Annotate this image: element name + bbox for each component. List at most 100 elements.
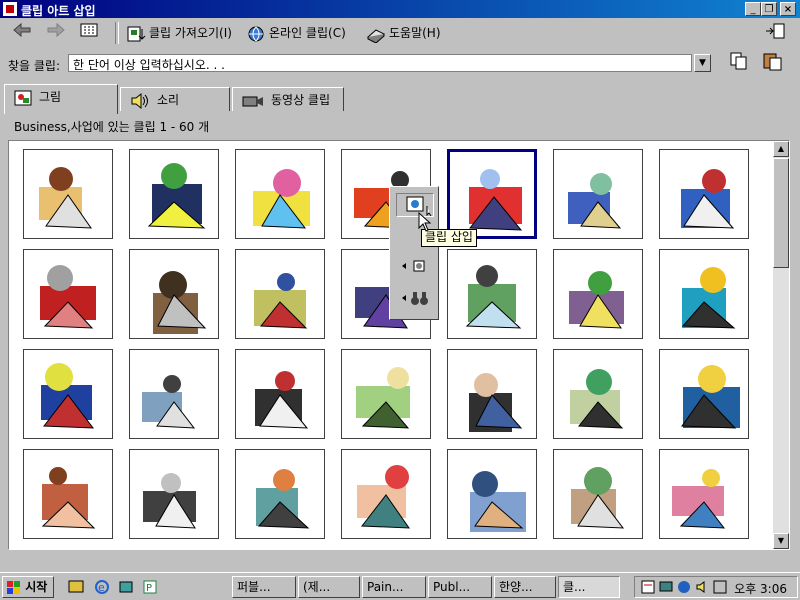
globe-icon (248, 26, 264, 41)
view-button[interactable] (80, 22, 98, 44)
clip-thumbnail[interactable] (235, 449, 325, 539)
clip-art-image (41, 363, 95, 429)
clip-thumbnail[interactable] (447, 249, 537, 339)
task-button-4[interactable]: Publ... (428, 576, 492, 598)
clip-art-image (253, 169, 310, 229)
clip-thumbnail[interactable] (553, 249, 643, 339)
clip-thumbnail[interactable] (23, 449, 113, 539)
tray-volume-icon[interactable] (695, 580, 709, 594)
clip-art-image (681, 169, 735, 229)
help-label: 도움말(H) (389, 26, 441, 40)
system-tray: 오후 3:06 (634, 576, 798, 598)
clip-thumbnail[interactable] (553, 149, 643, 239)
minimize-button[interactable]: _ (745, 2, 761, 16)
back-arrow-icon (13, 22, 31, 38)
quicklaunch-ie-icon[interactable]: e (94, 579, 110, 595)
clip-thumbnail[interactable] (659, 349, 749, 439)
tray-ime-icon[interactable] (713, 580, 727, 594)
quicklaunch-app-icon[interactable]: P (142, 579, 158, 595)
clip-art-image (254, 273, 308, 329)
help-button[interactable]: 도움말(H) (366, 22, 441, 44)
task-3-label: Pain... (367, 580, 404, 594)
clip-thumbnail[interactable] (235, 249, 325, 339)
copy-button[interactable] (728, 51, 750, 73)
clip-art-image (470, 471, 526, 532)
clip-thumbnail[interactable] (235, 149, 325, 239)
clip-thumbnail[interactable] (129, 149, 219, 239)
clipart-app-icon (3, 2, 17, 16)
clip-thumbnail[interactable] (659, 449, 749, 539)
task-2-label: (제... (303, 580, 331, 594)
search-row: 찾을 클립: 한 단어 이상 입력하십시오. . . ▼ (0, 48, 800, 80)
restore-button[interactable]: ❐ (761, 2, 777, 16)
back-button[interactable] (12, 22, 32, 44)
task-button-5[interactable]: 한양... (494, 576, 556, 598)
clip-thumbnail[interactable] (23, 349, 113, 439)
find-similar-button[interactable] (396, 287, 432, 309)
tray-monitor-icon[interactable] (659, 580, 673, 594)
quicklaunch-channels-icon[interactable] (118, 579, 134, 595)
clip-art-image (256, 469, 310, 529)
paste-button[interactable] (762, 51, 784, 73)
clip-thumbnail[interactable] (447, 449, 537, 539)
quicklaunch-desktop-icon[interactable] (68, 579, 84, 595)
task-button-3[interactable]: Pain... (362, 576, 426, 598)
task-1-label: 퍼블... (237, 580, 271, 594)
clip-thumbnail[interactable] (659, 149, 749, 239)
clip-thumbnail[interactable] (447, 349, 537, 439)
clip-art-image (142, 375, 196, 429)
online-clips-button[interactable]: 온라인 클립(C) (246, 22, 346, 44)
clip-thumbnail[interactable] (129, 349, 219, 439)
clip-art-image (357, 465, 410, 529)
online-clips-label: 온라인 클립(C) (269, 26, 346, 40)
scroll-down-button[interactable]: ▼ (773, 533, 789, 549)
toolbar-separator (115, 22, 119, 44)
tab-sounds[interactable]: 소리 (120, 87, 230, 111)
clip-thumbnail[interactable] (23, 249, 113, 339)
clip-thumbnail[interactable] (553, 449, 643, 539)
tray-scheduler-icon[interactable] (641, 580, 655, 594)
scroll-up-button[interactable]: ▲ (773, 141, 789, 157)
clip-art-image (681, 365, 740, 429)
task-button-2[interactable]: (제... (298, 576, 360, 598)
start-button[interactable]: 시작 (2, 576, 54, 598)
forward-button[interactable] (46, 22, 66, 44)
clip-thumbnail[interactable] (341, 449, 431, 539)
copy-icon (730, 52, 747, 70)
clip-thumbnail[interactable] (235, 349, 325, 439)
pictures-tab-icon (14, 90, 32, 105)
search-input[interactable]: 한 단어 이상 입력하십시오. . . (68, 54, 692, 72)
search-dropdown-button[interactable]: ▼ (694, 54, 711, 72)
clip-art-image (41, 467, 96, 529)
paste-icon (763, 53, 782, 71)
clip-art-image (39, 167, 92, 229)
windows-logo-icon (7, 580, 20, 594)
preview-clip-button[interactable] (396, 255, 432, 277)
clip-thumbnail[interactable] (23, 149, 113, 239)
start-label: 시작 (25, 580, 48, 594)
grid-view-icon (80, 23, 98, 37)
toolbar: 클립 가져오기(I) 온라인 클립(C) 도움말(H) (0, 18, 800, 48)
clip-thumbnail[interactable] (129, 449, 219, 539)
clip-art-image (568, 173, 622, 229)
tray-globe-icon[interactable] (677, 580, 691, 594)
clip-thumbnail[interactable] (553, 349, 643, 439)
close-button[interactable]: × (780, 2, 796, 16)
clip-thumbnail[interactable] (659, 249, 749, 339)
import-clips-button[interactable]: 클립 가져오기(I) (126, 22, 232, 44)
clip-art-image (672, 469, 726, 529)
tab-video[interactable]: 동영상 클립 (232, 87, 344, 111)
tab-pictures[interactable]: 그림 (4, 84, 118, 114)
clip-art-image (570, 369, 624, 429)
task-button-1[interactable]: 퍼블... (232, 576, 296, 598)
preview-clip-icon (402, 260, 425, 272)
vertical-scrollbar[interactable]: ▲ ▼ (773, 141, 789, 549)
clip-thumbnail[interactable] (341, 349, 431, 439)
task-button-6[interactable]: 클... (558, 576, 620, 598)
scroll-thumb[interactable] (773, 158, 789, 268)
clip-thumbnail[interactable] (447, 149, 537, 239)
clip-thumbnail[interactable] (129, 249, 219, 339)
svg-text:e: e (98, 581, 105, 594)
tab-pictures-label: 그림 (39, 90, 62, 104)
change-window-size-button[interactable] (764, 22, 786, 44)
